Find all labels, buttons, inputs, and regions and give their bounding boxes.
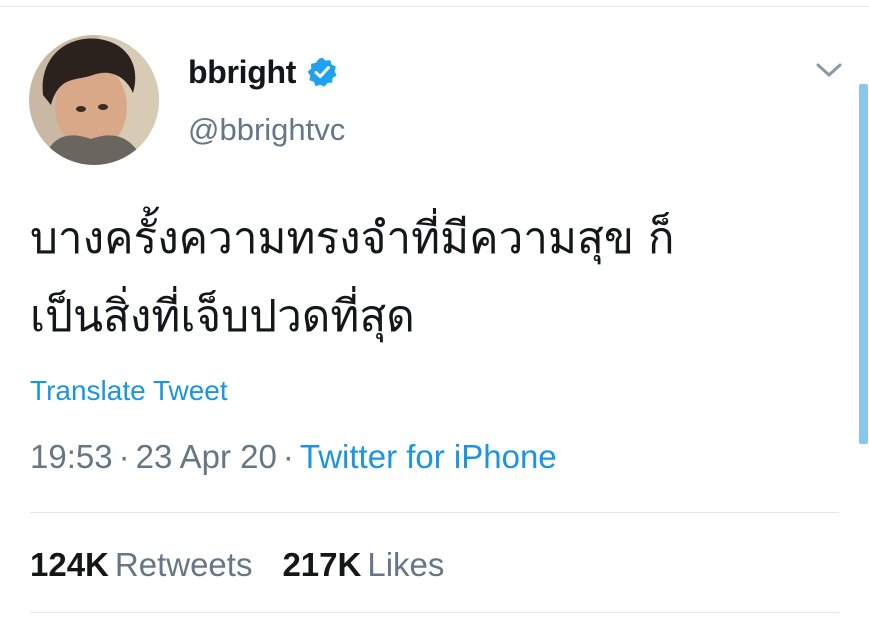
tweet-meta: 19:53 · 23 Apr 20 · Twitter for iPhone bbox=[30, 438, 557, 476]
display-name[interactable]: bbright bbox=[188, 54, 296, 91]
verified-badge-icon bbox=[306, 56, 338, 88]
tweet-date[interactable]: 23 Apr 20 bbox=[136, 438, 277, 475]
divider bbox=[30, 512, 839, 513]
meta-separator: · bbox=[118, 438, 130, 475]
likes-stat[interactable]: 217K Likes bbox=[282, 546, 444, 583]
likes-count: 217K bbox=[282, 546, 362, 583]
likes-label: Likes bbox=[367, 546, 445, 583]
chevron-down-icon[interactable] bbox=[812, 58, 846, 82]
retweets-stat[interactable]: 124K Retweets bbox=[30, 546, 252, 583]
top-divider bbox=[0, 6, 869, 7]
user-name-row[interactable]: bbright bbox=[188, 50, 338, 94]
tweet-text-line: เป็นสิ่งที่เจ็บปวดที่สุด bbox=[30, 291, 415, 342]
translate-tweet-link[interactable]: Translate Tweet bbox=[30, 375, 228, 407]
meta-separator: · bbox=[282, 438, 294, 475]
retweets-label: Retweets bbox=[114, 546, 253, 583]
tweet-source-link[interactable]: Twitter for iPhone bbox=[300, 438, 557, 475]
avatar-image bbox=[29, 35, 159, 165]
tweet-text-line: บางครั้งความทรงจำที่มีความสุข ก็ bbox=[30, 213, 675, 264]
user-handle[interactable]: @bbrightvc bbox=[188, 112, 345, 148]
tweet-stats: 124K Retweets 217K Likes bbox=[30, 546, 444, 584]
tweet-text: บางครั้งความทรงจำที่มีความสุข ก็ เป็นสิ่… bbox=[30, 200, 830, 356]
retweets-count: 124K bbox=[30, 546, 109, 583]
scrollbar[interactable] bbox=[859, 84, 868, 444]
divider bbox=[30, 612, 839, 613]
tweet-time[interactable]: 19:53 bbox=[30, 438, 113, 475]
avatar[interactable] bbox=[29, 35, 159, 165]
